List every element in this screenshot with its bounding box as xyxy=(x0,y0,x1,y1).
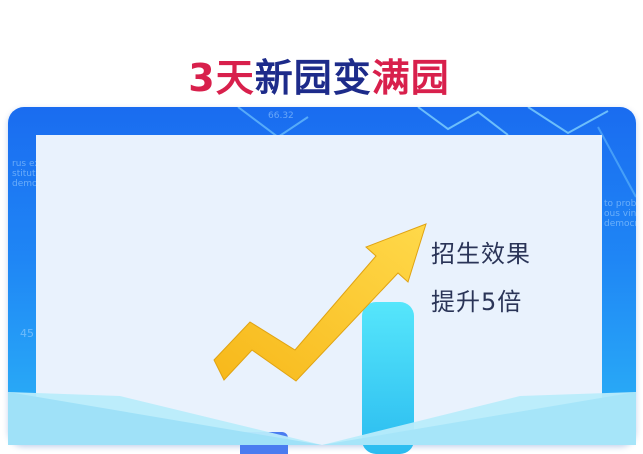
headline-part3: 满园 xyxy=(371,56,450,100)
subtitle-line1: 招生效果 xyxy=(431,240,531,268)
headline: 3天新园变满园 xyxy=(36,56,602,100)
headline-part1: 3天 xyxy=(188,56,255,100)
headline-part2: 新园变 xyxy=(254,56,372,100)
subtitle-line2: 提升5倍 xyxy=(431,288,523,316)
